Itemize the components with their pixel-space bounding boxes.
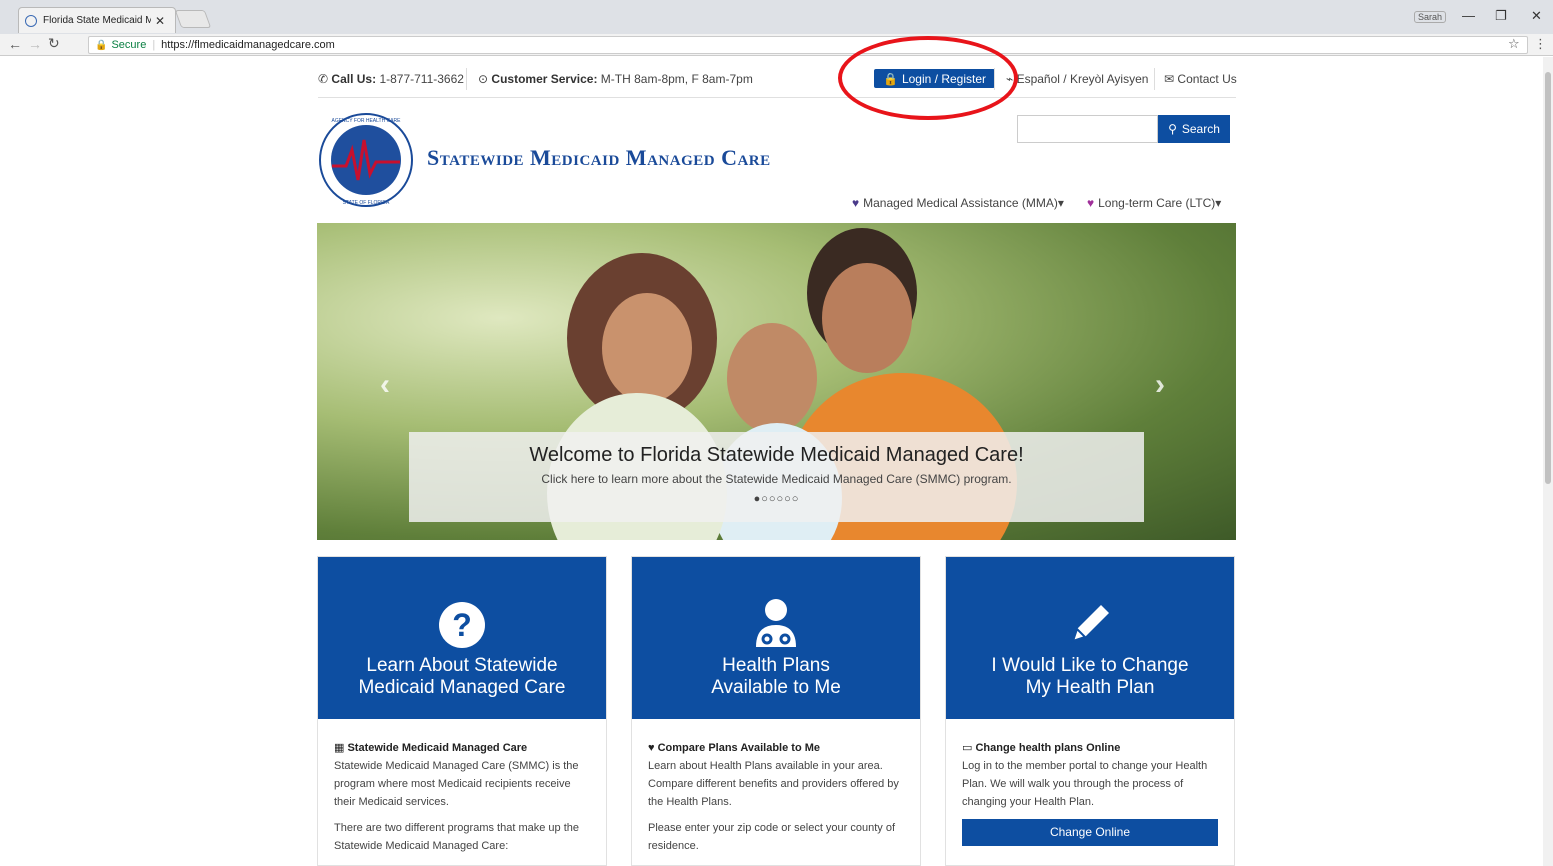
call-label: Call Us: [331,72,377,86]
card-paragraph: Log in to the member portal to change yo… [962,760,1208,808]
service-label: Customer Service: [491,72,598,86]
card-header[interactable]: I Would Like to Change My Health Plan [946,557,1234,719]
browser-tab[interactable]: Florida State Medicaid M ✕ [18,7,176,33]
card-subhead-text: Statewide Medicaid Managed Care [347,742,528,754]
call-us: ✆ Call Us: 1-877-711-3662 [318,72,464,86]
new-tab-button[interactable] [174,10,212,28]
site-title[interactable]: Statewide Medicaid Managed Care [427,145,771,171]
state-seal-logo[interactable]: AGENCY FOR HEALTH CARE STATE OF FLORIDA [318,110,414,210]
address-bar[interactable]: 🔒 Secure | https://flmedicaidmanagedcare… [88,36,1528,54]
tab-title: Florida State Medicaid M [43,15,151,26]
nav-ltc-label: Long-term Care (LTC) [1098,196,1216,210]
phone-icon: ✆ [318,72,329,86]
card-subhead: ▭ Change health plans Online [962,739,1218,757]
envelope-icon: ✉ [1164,72,1175,86]
search-input[interactable] [1017,115,1158,143]
card-paragraph: There are two different programs that ma… [334,822,579,852]
card-paragraph: Please enter your zip code or select you… [648,822,896,852]
card-body: ♥ Compare Plans Available to Me Learn ab… [632,719,920,855]
nav-mma[interactable]: ♥ Managed Medical Assistance (MMA)▾ [852,196,1064,210]
svg-text:STATE OF FLORIDA: STATE OF FLORIDA [343,200,390,206]
hero-heading: Welcome to Florida Statewide Medicaid Ma… [529,444,1024,466]
search-label: Search [1181,122,1220,136]
url-text: https://flmedicaidmanagedcare.com [161,39,335,51]
card-subhead: ♥ Compare Plans Available to Me [648,739,904,757]
lock-icon: 🔒 [95,39,108,51]
contact-us-link[interactable]: ✉ Contact Us [1164,72,1237,86]
back-icon[interactable]: ← [8,36,22,52]
carousel-next-icon[interactable]: › [1155,368,1165,402]
carousel-prev-icon[interactable]: ‹ [380,368,390,402]
close-tab-icon[interactable]: ✕ [155,14,165,28]
card-health-plans: Health Plans Available to Me ♥ Compare P… [631,556,921,866]
bookmark-star-icon[interactable]: ☆ [1508,36,1520,52]
forward-icon[interactable]: → [28,36,42,52]
browser-toolbar: ← → ↻ 🔒 Secure | https://flmedicaidmanag… [0,34,1553,56]
building-icon: ▦ [334,742,348,754]
card-change-plan: I Would Like to Change My Health Plan ▭ … [945,556,1235,866]
nav-ltc[interactable]: ♥ Long-term Care (LTC)▾ [1087,196,1221,210]
pencil-icon [946,557,1234,649]
clock-icon: ⊙ [478,72,489,86]
caret-down-icon: ▾ [1215,196,1222,210]
doctor-icon [632,557,920,649]
change-online-button[interactable]: Change Online [962,819,1218,846]
card-learn-about: ? Learn About Statewide Medicaid Managed… [317,556,607,866]
card-subhead-text: Compare Plans Available to Me [657,742,820,754]
site-favicon-icon [25,14,37,27]
utility-bar: ✆ Call Us: 1-877-711-3662 ⊙ Customer Ser… [318,66,1237,98]
address-separator: | [152,39,156,51]
heartbeat-icon: ♥ [648,742,658,754]
language-label: Español / Kreyòl Ayisyen [1016,72,1149,86]
profile-chip[interactable]: Sarah [1414,11,1447,23]
card-paragraph: Learn about Health Plans available in yo… [648,760,899,808]
card-body: ▦ Statewide Medicaid Managed Care Statew… [318,719,606,855]
hero-photo-woman-face [602,293,692,403]
carousel-indicators[interactable]: ●○○○○○ [409,493,1144,505]
hero-caption[interactable]: Welcome to Florida Statewide Medicaid Ma… [409,432,1144,522]
card-title-line1: I Would Like to Change [991,655,1189,676]
service-hours: M-TH 8am-8pm, F 8am-7pm [600,72,753,86]
caret-down-icon: ▾ [1057,196,1064,210]
call-number: 1-877-711-3662 [379,72,464,86]
hero-photo-child [727,323,817,433]
heart-icon: ♥ [1087,196,1095,210]
annotation-circle [838,36,1018,120]
scrollbar-thumb[interactable] [1545,72,1551,484]
language-link[interactable]: ⌁ Español / Kreyòl Ayisyen [1006,72,1148,86]
card-title-line2: Available to Me [711,677,841,698]
card-header[interactable]: ? Learn About Statewide Medicaid Managed… [318,557,606,719]
card-title-line1: Learn About Statewide [366,655,558,676]
monitor-icon: ▭ [962,742,976,754]
card-body: ▭ Change health plans Online Log in to t… [946,719,1234,846]
svg-text:?: ? [452,607,472,643]
browser-titlebar: Florida State Medicaid M ✕ Sarah — ❐ ✕ [0,0,1553,34]
card-subhead: ▦ Statewide Medicaid Managed Care [334,739,590,757]
card-subhead-text: Change health plans Online [975,742,1121,754]
search-icon: ⚲ [1168,122,1177,136]
svg-text:AGENCY FOR HEALTH CARE: AGENCY FOR HEALTH CARE [332,118,402,124]
customer-service: ⊙ Customer Service: M-TH 8am-8pm, F 8am-… [478,72,753,86]
close-window-icon[interactable]: ✕ [1531,8,1542,24]
browser-menu-icon[interactable]: ⋮ [1534,36,1547,52]
reload-icon[interactable]: ↻ [48,35,60,52]
divider [466,68,467,90]
heart-icon: ♥ [852,196,860,210]
card-title-line1: Health Plans [722,655,830,676]
hero-photo-man-face [822,263,912,373]
secure-label: Secure [111,39,147,51]
card-title-line2: My Health Plan [1025,677,1155,698]
card-title-line2: Medicaid Managed Care [358,677,566,698]
question-circle-icon: ? [318,557,606,649]
nav-mma-label: Managed Medical Assistance (MMA) [863,196,1058,210]
minimize-icon[interactable]: — [1462,8,1475,23]
search-button[interactable]: ⚲ Search [1158,115,1230,143]
divider [1154,68,1155,90]
card-header[interactable]: Health Plans Available to Me [632,557,920,719]
hero-subtext: Click here to learn more about the State… [541,472,1012,486]
restore-icon[interactable]: ❐ [1495,8,1507,24]
contact-label: Contact Us [1177,72,1237,86]
card-paragraph: Statewide Medicaid Managed Care (SMMC) i… [334,760,579,808]
